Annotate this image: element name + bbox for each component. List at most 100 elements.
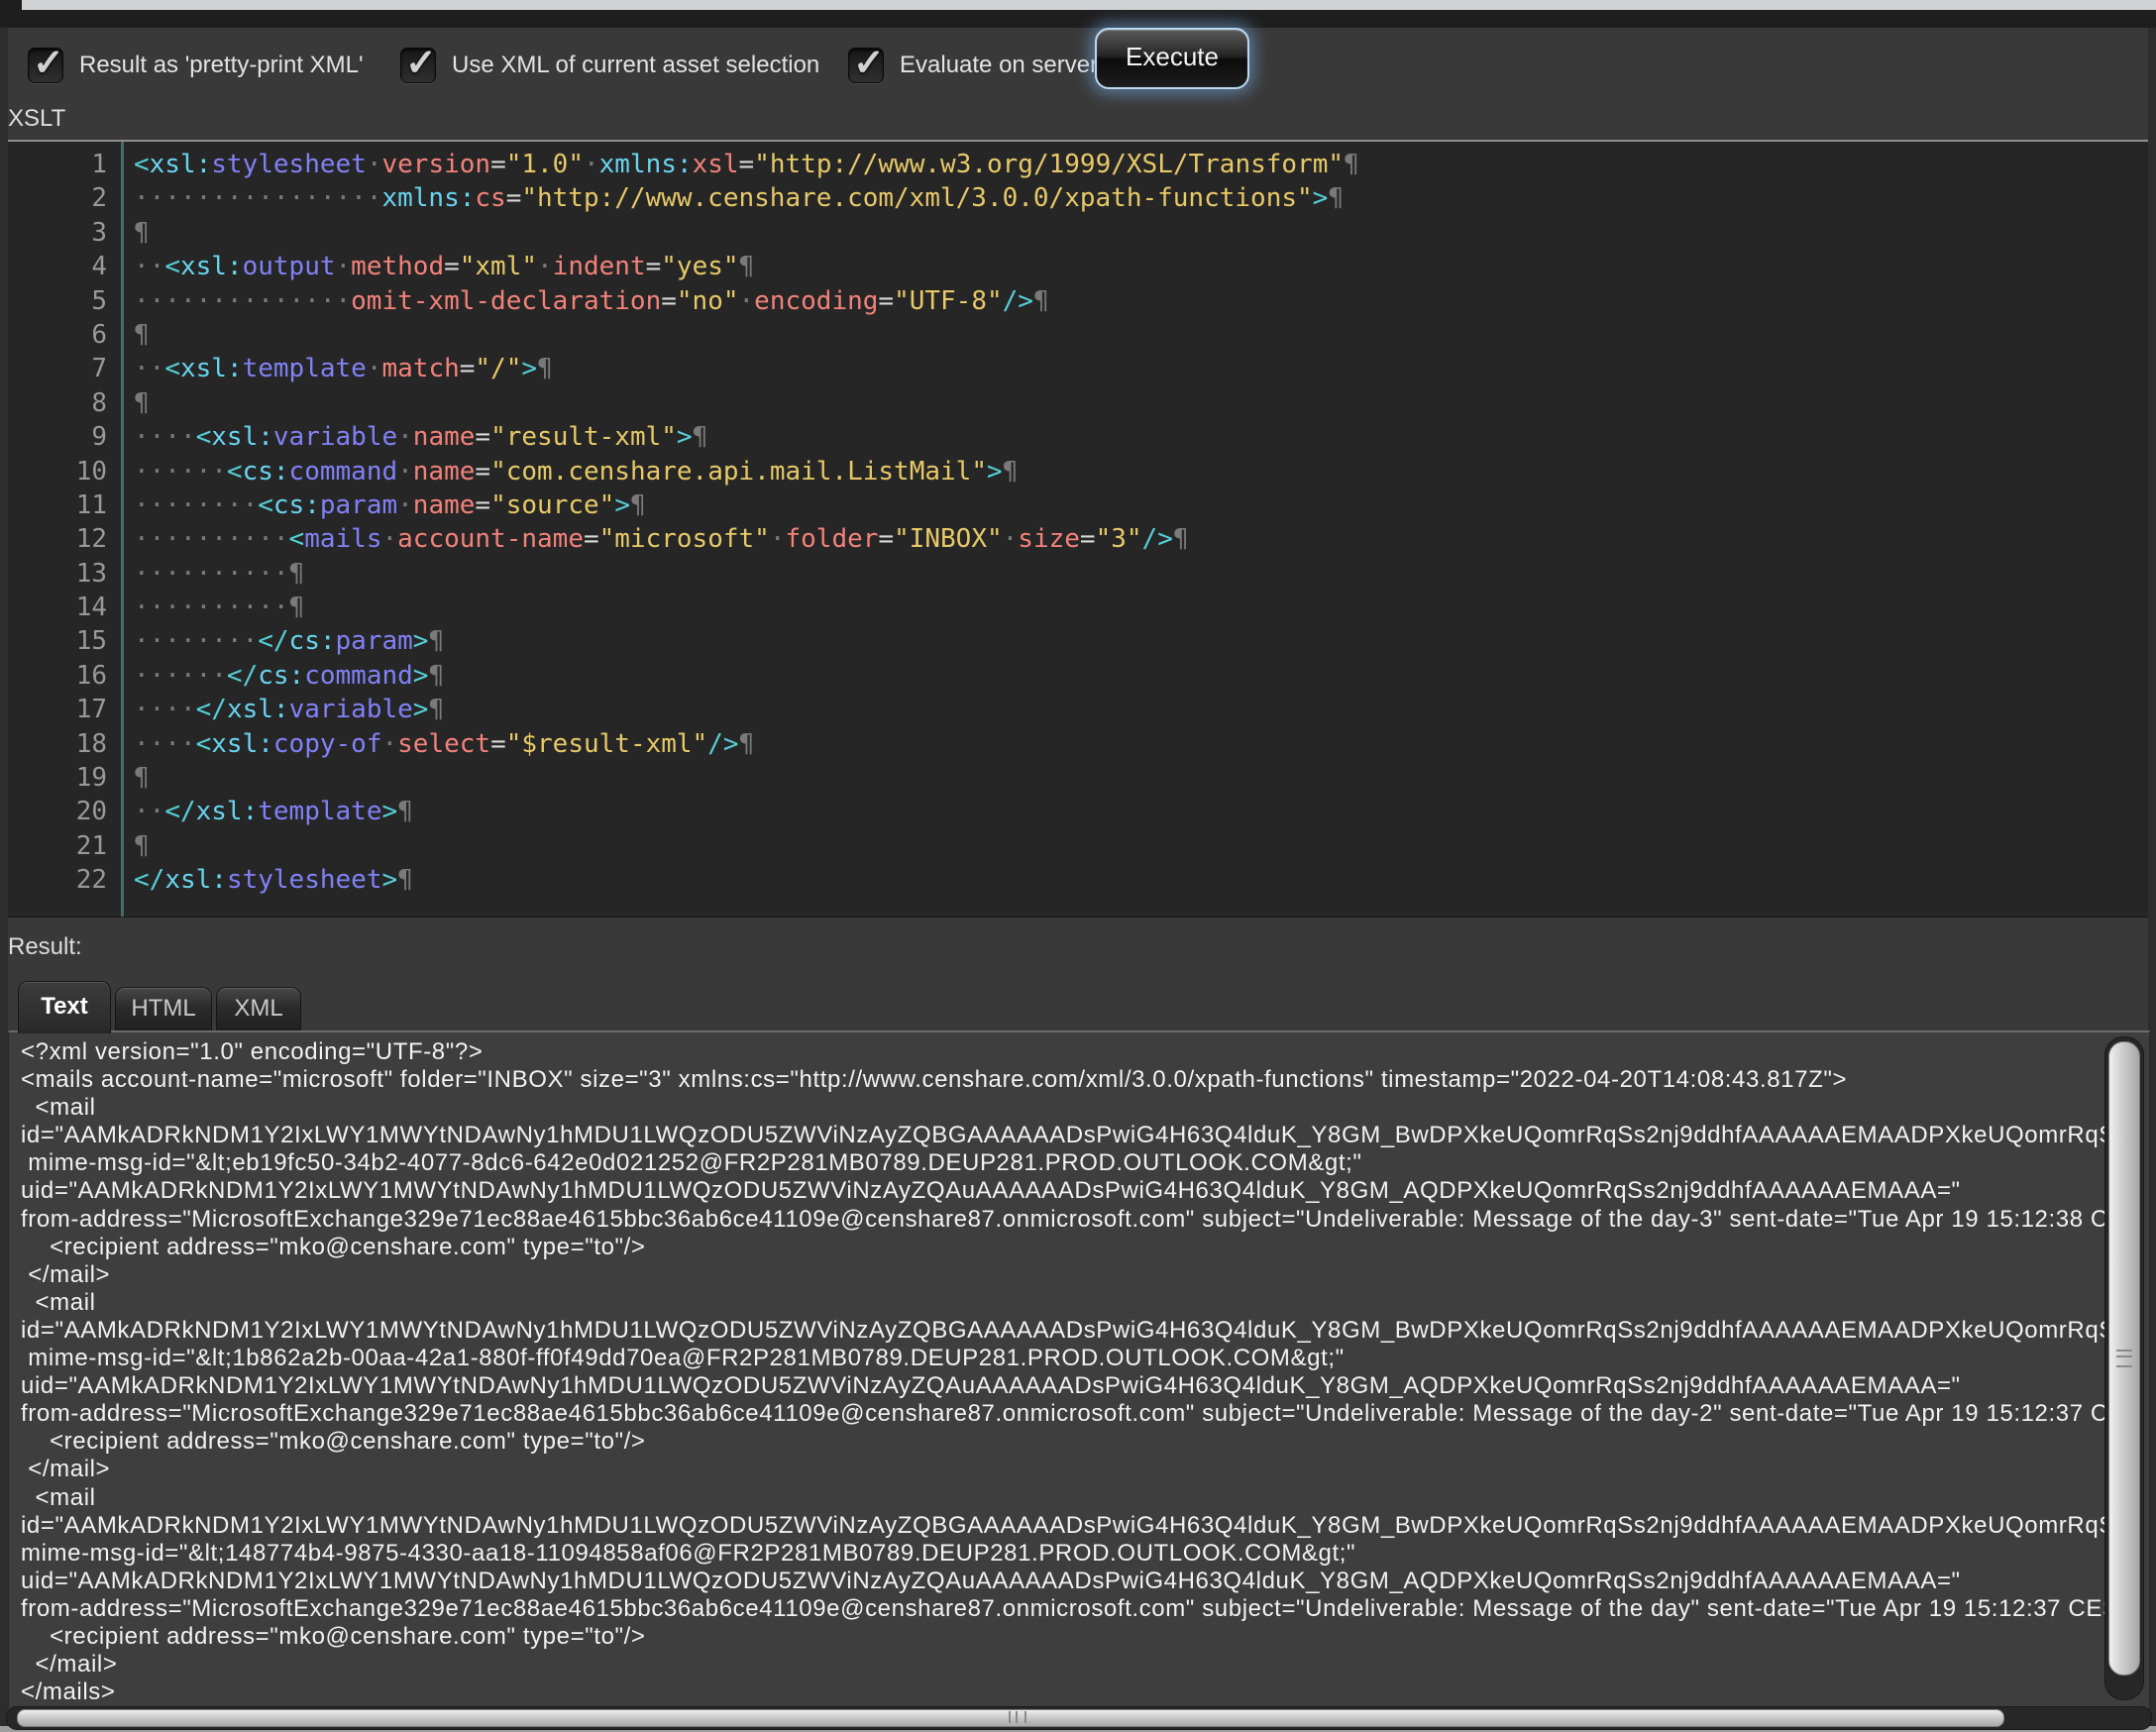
result-line: <mail (21, 1484, 2105, 1512)
line-number: 15 (8, 624, 121, 658)
checkmark-icon: ✓ (33, 41, 64, 85)
checkbox[interactable]: ✓ (28, 48, 63, 83)
checkbox-label: Result as 'pretty-print XML' (79, 52, 364, 79)
result-output-panel[interactable]: <?xml version="1.0" encoding="UTF-8"?><m… (8, 1030, 2150, 1708)
line-number: 9 (8, 420, 121, 454)
line-number: 19 (8, 761, 121, 795)
line-number: 3 (8, 216, 121, 250)
line-number: 1 (8, 148, 121, 181)
code-line[interactable]: <xsl:stylesheet·version="1.0"·xmlns:xsl=… (134, 148, 2148, 181)
result-line: from-address="MicrosoftExchange329e71ec8… (21, 1400, 2105, 1428)
result-line: <mail (21, 1094, 2105, 1122)
code-line[interactable]: ¶ (134, 386, 2148, 420)
toolbar-checkbox-group: ✓ Result as 'pretty-print XML' ✓ Use XML of… (28, 36, 1093, 95)
line-number: 17 (8, 693, 121, 726)
code-line[interactable]: ··········¶ (134, 557, 2148, 591)
execute-button[interactable]: Execute (1095, 28, 1249, 89)
editor-gutter: 12345678910111213141516171819202122 (8, 142, 121, 917)
result-line: uid="AAMkADRkNDM1Y2IxLWY1MWYtNDAwNy1hMDU… (21, 1372, 2105, 1400)
result-line: from-address="MicrosoftExchange329e71ec8… (21, 1206, 2105, 1234)
result-line: </mail> (21, 1456, 2105, 1483)
tab-xml[interactable]: XML (216, 987, 301, 1031)
code-line[interactable]: ¶ (134, 829, 2148, 863)
code-line[interactable]: ······<cs:command·name="com.censhare.api… (134, 455, 2148, 488)
line-number: 10 (8, 455, 121, 488)
line-number: 5 (8, 284, 121, 318)
window-dark-band (0, 10, 2156, 28)
checkbox-item: ✓ Use XML of current asset selection (400, 48, 848, 83)
code-line[interactable]: ····<xsl:copy-of·select="$result-xml"/>¶ (134, 727, 2148, 761)
result-line: from-address="MicrosoftExchange329e71ec8… (21, 1595, 2105, 1623)
code-line[interactable]: ········</cs:param>¶ (134, 624, 2148, 658)
checkbox-item: ✓ Result as 'pretty-print XML' (28, 48, 400, 83)
code-line[interactable]: ····</xsl:variable>¶ (134, 693, 2148, 726)
line-number: 6 (8, 318, 121, 352)
line-number: 22 (8, 863, 121, 897)
xslt-test-window: ✓ Result as 'pretty-print XML' ✓ Use XML of… (0, 0, 2156, 1732)
code-line[interactable]: ··</xsl:template>¶ (134, 795, 2148, 828)
checkbox-label: Evaluate on server (900, 52, 1098, 79)
line-number: 4 (8, 250, 121, 283)
checkbox[interactable]: ✓ (400, 48, 436, 83)
vertical-scrollbar-thumb[interactable] (2108, 1041, 2140, 1676)
result-line: </mail> (21, 1651, 2105, 1678)
code-line[interactable]: ··············omit-xml-declaration="no"·… (134, 284, 2148, 318)
code-line[interactable]: ······</cs:command>¶ (134, 659, 2148, 693)
code-line[interactable]: ··<xsl:output·method="xml"·indent="yes"¶ (134, 250, 2148, 283)
result-line: id="AAMkADRkNDM1Y2IxLWY1MWYtNDAwNy1hMDU1… (21, 1317, 2105, 1345)
line-number: 18 (8, 727, 121, 761)
result-label: Result: (8, 933, 82, 961)
checkbox-label: Use XML of current asset selection (452, 52, 819, 79)
result-line: <?xml version="1.0" encoding="UTF-8"?> (21, 1038, 2105, 1066)
code-line[interactable]: ··········¶ (134, 591, 2148, 624)
horizontal-scrollbar-thumb[interactable] (17, 1709, 2004, 1727)
code-line[interactable]: ¶ (134, 761, 2148, 795)
line-number: 14 (8, 591, 121, 624)
xslt-code-editor[interactable]: 12345678910111213141516171819202122 <xsl… (8, 140, 2148, 918)
line-number: 13 (8, 557, 121, 591)
window-top-notch (0, 0, 22, 10)
result-text-lines[interactable]: <?xml version="1.0" encoding="UTF-8"?><m… (21, 1038, 2105, 1708)
editor-code-lines[interactable]: <xsl:stylesheet·version="1.0"·xmlns:xsl=… (124, 142, 2148, 917)
window-left-edge (0, 28, 8, 1732)
code-line[interactable]: ····<xsl:variable·name="result-xml">¶ (134, 420, 2148, 454)
scrollbar-grip-icon (1009, 1711, 1026, 1723)
line-number: 16 (8, 659, 121, 693)
result-line: <mails account-name="microsoft" folder="… (21, 1066, 2105, 1094)
checkmark-icon: ✓ (853, 41, 885, 85)
window-top-strip (0, 0, 2156, 10)
scrollbar-grip-icon (2116, 1350, 2132, 1367)
tab-text[interactable]: Text (18, 981, 111, 1033)
code-line[interactable]: ········<cs:param·name="source">¶ (134, 488, 2148, 522)
code-line[interactable]: ··<xsl:template·match="/">¶ (134, 352, 2148, 385)
code-line[interactable]: ¶ (134, 216, 2148, 250)
checkmark-icon: ✓ (405, 41, 437, 85)
result-line: </mail> (21, 1261, 2105, 1289)
tab-html[interactable]: HTML (115, 987, 212, 1031)
vertical-scrollbar-track[interactable] (2104, 1036, 2144, 1700)
line-number: 21 (8, 829, 121, 863)
result-line: </mails> (21, 1678, 2105, 1706)
line-number: 8 (8, 386, 121, 420)
result-line: <recipient address="mko@censhare.com" ty… (21, 1623, 2105, 1651)
code-line[interactable]: ¶ (134, 318, 2148, 352)
result-line: <mail (21, 1289, 2105, 1317)
result-line: mime-msg-id="&lt;eb19fc50-34b2-4077-8dc6… (21, 1149, 2105, 1177)
line-number: 7 (8, 352, 121, 385)
line-number: 2 (8, 181, 121, 215)
xslt-editor-label: XSLT (8, 105, 65, 133)
result-line: uid="AAMkADRkNDM1Y2IxLWY1MWYtNDAwNy1hMDU… (21, 1568, 2105, 1595)
code-line[interactable]: </xsl:stylesheet>¶ (134, 863, 2148, 897)
horizontal-scrollbar-track[interactable] (6, 1706, 2152, 1730)
checkbox-item: ✓Evaluate on server (848, 48, 1093, 83)
checkbox[interactable]: ✓ (848, 48, 884, 83)
result-line: mime-msg-id="&lt;1b862a2b-00aa-42a1-880f… (21, 1345, 2105, 1372)
line-number: 20 (8, 795, 121, 828)
line-number: 12 (8, 522, 121, 556)
code-line[interactable]: ················xmlns:cs="http://www.cen… (134, 181, 2148, 215)
result-line: <recipient address="mko@censhare.com" ty… (21, 1234, 2105, 1261)
result-line: id="AAMkADRkNDM1Y2IxLWY1MWYtNDAwNy1hMDU1… (21, 1122, 2105, 1149)
code-line[interactable]: ··········<mails·account-name="microsoft… (134, 522, 2148, 556)
result-line: uid="AAMkADRkNDM1Y2IxLWY1MWYtNDAwNy1hMDU… (21, 1177, 2105, 1205)
result-line: mime-msg-id="&lt;148774b4-9875-4330-aa18… (21, 1540, 2105, 1568)
